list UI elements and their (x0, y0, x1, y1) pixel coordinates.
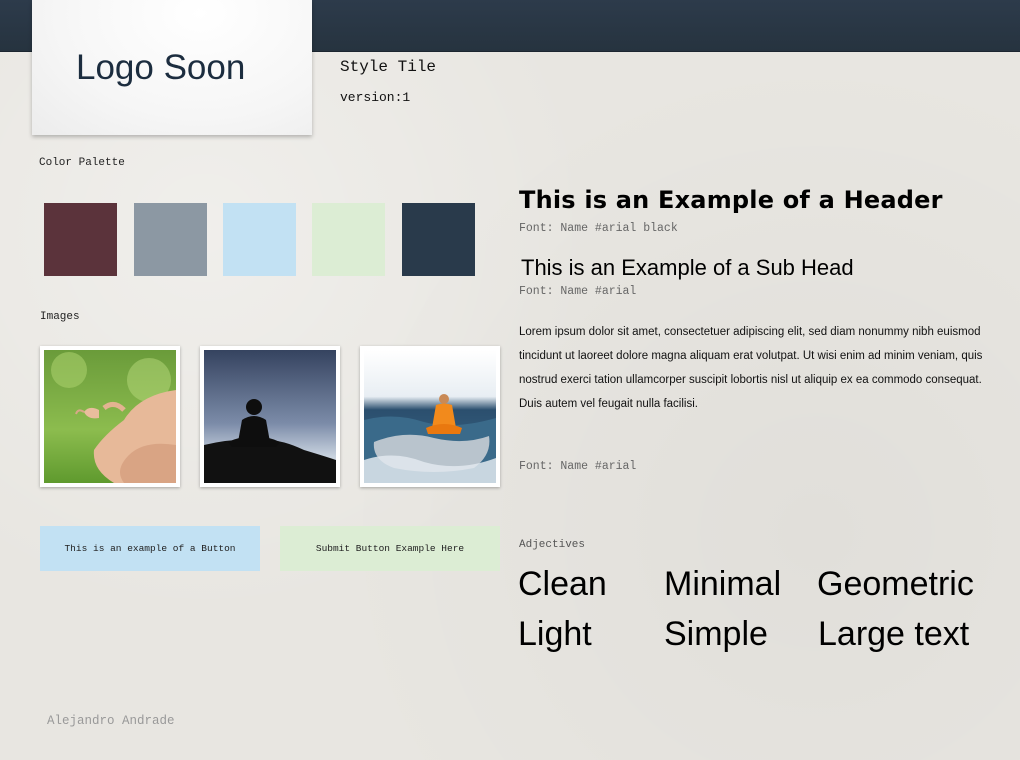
yoga-hands-image (44, 350, 176, 483)
example-button[interactable]: This is an example of a Button (40, 526, 260, 571)
images-label: Images (40, 311, 80, 323)
logo-box: Logo Soon (32, 0, 312, 135)
color-swatch (312, 203, 385, 276)
meditation-silhouette-image (204, 350, 336, 483)
adjectives-label: Adjectives (519, 539, 586, 551)
author-credit: Alejandro Andrade (47, 714, 175, 728)
adjective-word: Simple (664, 615, 768, 653)
subhead-example: This is an Example of a Sub Head (521, 255, 854, 280)
header-example: This is an Example of a Header (519, 186, 943, 214)
monk-on-ocean-rock-photo (360, 346, 500, 487)
color-swatch (402, 203, 475, 276)
color-swatch (44, 203, 117, 276)
page-title: Style Tile (340, 58, 437, 76)
yoga-hands-photo (40, 346, 180, 487)
subhead-font-note: Font: Name #arial (519, 285, 637, 298)
logo-text: Logo Soon (76, 48, 246, 87)
header-font-note: Font: Name #arial black (519, 222, 678, 235)
submit-button[interactable]: Submit Button Example Here (280, 526, 500, 571)
adjective-word: Clean (518, 565, 607, 603)
adjective-word: Light (518, 615, 592, 653)
body-text-example: Lorem ipsum dolor sit amet, consectetuer… (519, 326, 983, 410)
color-swatch (223, 203, 296, 276)
adjective-word: Minimal (664, 565, 782, 603)
meditation-silhouette-photo (200, 346, 340, 487)
color-swatch (134, 203, 207, 276)
color-palette-label: Color Palette (39, 157, 125, 169)
body-font-note: Font: Name #arial (519, 460, 637, 473)
adjective-word: Large text (818, 615, 970, 653)
monk-on-ocean-rock-image (364, 350, 496, 483)
version-label: version:1 (340, 90, 411, 105)
adjective-word: Geometric (817, 565, 974, 603)
